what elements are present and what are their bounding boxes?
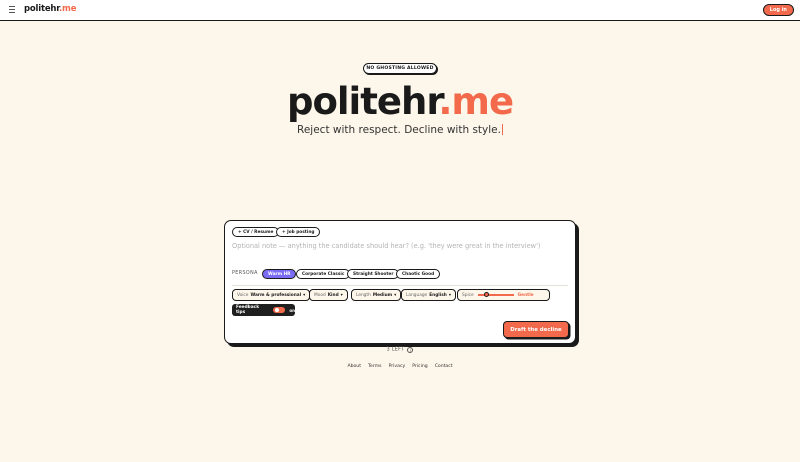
remaining-count: 3 LEFT — [386, 347, 405, 353]
attach-cv-button[interactable]: + CV / Resume — [232, 227, 280, 237]
voice-value: Warm & professional — [250, 292, 302, 298]
spice-value: Gentle — [517, 292, 534, 298]
chevron-down-icon: ▾ — [394, 292, 397, 298]
no-ghosting-badge: NO GHOSTING ALLOWED — [363, 63, 437, 74]
feedback-tips-label: Feedback tips — [236, 305, 260, 315]
persona-warm-hr[interactable]: Warm HR — [262, 269, 297, 279]
persona-corporate-classic[interactable]: Corporate Classic — [296, 269, 351, 279]
brand-name: politehr — [24, 4, 60, 14]
length-label: Length — [356, 292, 371, 298]
tagline: Reject with respect. Decline with style. — [0, 124, 800, 136]
language-select[interactable]: Language English ▾ — [401, 289, 457, 301]
persona-straight-shooter[interactable]: Straight Shooter — [347, 269, 400, 279]
length-value: Medium — [372, 292, 393, 298]
hero-title: politehr.me — [0, 78, 800, 126]
chevron-down-icon: ▾ — [303, 292, 306, 298]
toggle-switch[interactable] — [272, 307, 286, 313]
usage-counter: 3 LEFT i — [0, 347, 800, 353]
hamburger-icon[interactable] — [9, 6, 15, 14]
footer-link-contact[interactable]: Contact — [435, 364, 453, 369]
composer-card: + CV / Resume + Job posting Optional not… — [224, 220, 576, 344]
brand-tld: .me — [59, 4, 77, 14]
length-select[interactable]: Length Medium ▾ — [351, 289, 402, 301]
footer-links: About Terms Privacy Pricing Contact — [0, 364, 800, 369]
footer-link-privacy[interactable]: Privacy — [389, 364, 406, 369]
footer-link-terms[interactable]: Terms — [368, 364, 382, 369]
divider — [232, 285, 568, 286]
mood-select[interactable]: Mood Kind ▾ — [309, 289, 348, 301]
spice-knob[interactable] — [484, 292, 490, 297]
attach-job-button[interactable]: + Job posting — [276, 227, 321, 237]
spice-label: Spice — [462, 292, 474, 298]
language-value: English — [429, 292, 447, 298]
hero-title-tld: .me — [438, 80, 514, 123]
hero-title-main: politehr — [286, 80, 439, 123]
mood-label: Mood — [314, 292, 326, 298]
text-caret — [501, 124, 503, 135]
info-icon[interactable]: i — [407, 347, 414, 353]
feedback-tips-toggle[interactable]: Feedback tips on — [232, 304, 295, 316]
chevron-down-icon: ▾ — [448, 292, 452, 298]
voice-select[interactable]: Voice Warm & professional ▾ — [232, 289, 311, 301]
draft-decline-button[interactable]: Draft the decline — [503, 321, 569, 338]
footer-link-pricing[interactable]: Pricing — [412, 364, 427, 369]
persona-label: PERSONA — [232, 271, 258, 276]
note-input[interactable]: Optional note — anything the candidate s… — [232, 242, 540, 250]
language-label: Language — [406, 292, 428, 298]
persona-chaotic-good[interactable]: Chaotic Good — [396, 269, 441, 279]
spice-slider[interactable]: Spice Gentle — [457, 289, 550, 301]
spice-track[interactable] — [477, 292, 514, 297]
feedback-state: on — [289, 307, 295, 313]
tagline-text: Reject with respect. Decline with style. — [297, 124, 501, 136]
voice-label: Voice — [237, 292, 249, 298]
top-bar: politehr.me Log in — [0, 0, 800, 21]
brand-logo[interactable]: politehr.me — [24, 4, 76, 14]
footer-link-about[interactable]: About — [347, 364, 361, 369]
chevron-down-icon: ▾ — [340, 292, 343, 298]
mood-value: Kind — [327, 292, 339, 298]
login-button[interactable]: Log in — [762, 4, 794, 16]
